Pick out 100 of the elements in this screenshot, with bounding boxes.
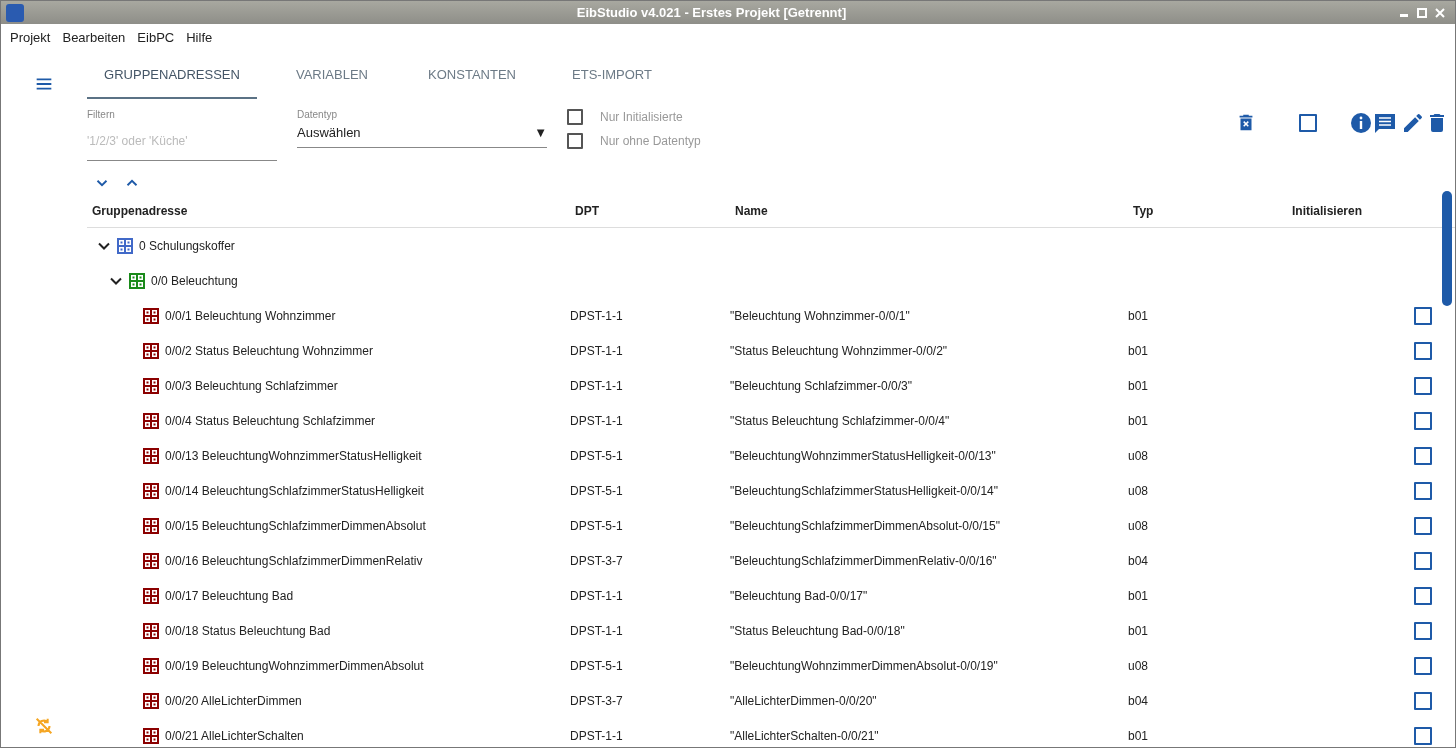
group-address-label[interactable]: 0/0/19 BeleuchtungWohnzimmerDimmenAbsolut [165, 658, 424, 673]
column-header: Typ [1132, 204, 1155, 218]
group-address-label[interactable]: 0/0/15 BeleuchtungSchlafzimmerDimmenAbsolut [165, 518, 426, 533]
group-address-label[interactable]: 0/0 Beleuchtung [151, 273, 238, 288]
tab[interactable]: GRUPPENADRESSEN [87, 51, 257, 99]
info-icon[interactable] [1349, 111, 1373, 135]
initialize-checkbox[interactable] [1414, 551, 1432, 570]
column-header: DPT [574, 204, 600, 218]
group-address-icon [143, 377, 159, 394]
group-address-label[interactable]: 0/0/3 Beleuchtung Schlafzimmer [165, 378, 338, 393]
group-address-icon [143, 727, 159, 744]
menu-item[interactable]: Bearbeiten [62, 30, 126, 45]
group-address-label[interactable]: 0 Schulungskoffer [139, 238, 235, 253]
initialize-checkbox[interactable] [1414, 691, 1432, 710]
datatype-dropdown[interactable]: Datentyp Auswählen ▼ [297, 109, 547, 148]
group-address-icon [129, 272, 145, 289]
initialize-checkbox[interactable] [1414, 516, 1432, 535]
name-cell-text: "Beleuchtung Bad-0/0/17" [730, 588, 869, 603]
group-address-label[interactable]: 0/0/16 BeleuchtungSchlafzimmerDimmenRelativ [165, 553, 423, 568]
dpt-cell-text: DPST-3-7 [570, 693, 624, 708]
checkbox-label: Nur ohne Datentyp [600, 134, 701, 148]
select-all-checkbox[interactable] [1299, 114, 1317, 132]
group-address-label[interactable]: 0/0/1 Beleuchtung Wohnzimmer [165, 308, 336, 323]
name-cell-text: "BeleuchtungSchlafzimmerDimmenAbsolut-0/0/15" [730, 518, 1001, 533]
dpt-cell-text: DPST-1-1 [570, 588, 624, 603]
type-cell-text: b01 [1128, 343, 1150, 358]
initialize-checkbox[interactable] [1414, 446, 1432, 465]
type-cell-text: b01 [1128, 308, 1150, 323]
group-address-label[interactable]: 0/0/4 Status Beleuchtung Schlafzimmer [165, 413, 376, 428]
initialize-checkbox[interactable] [1414, 306, 1432, 325]
name-cell-text: "AlleLichterDimmen-0/0/20" [730, 693, 878, 708]
group-address-label[interactable]: 0/0/2 Status Beleuchtung Wohnzimmer [165, 343, 373, 358]
group-address-label[interactable]: 0/0/18 Status Beleuchtung Bad [165, 623, 331, 638]
type-cell-text: b01 [1128, 588, 1150, 603]
name-cell-text: "BeleuchtungSchlafzimmerDimmenRelativ-0/0/16" [730, 553, 998, 568]
group-address-icon [143, 587, 159, 604]
group-address-icon [143, 622, 159, 639]
type-cell-text: u08 [1128, 658, 1150, 673]
window-title: EibStudio v4.021 - Erstes Projekt [Getrennt] [575, 5, 848, 20]
checkbox-label: Nur Initialisierte [600, 110, 683, 124]
tab[interactable]: VARIABLEN [267, 51, 397, 99]
group-address-icon [117, 237, 133, 254]
group-address-icon [143, 657, 159, 674]
group-address-label[interactable]: 0/0/17 Beleuchtung Bad [165, 588, 294, 603]
close-icon[interactable] [1435, 7, 1445, 18]
group-address-label[interactable]: 0/0/21 AlleLichterSchalten [165, 728, 304, 743]
name-cell-text: "Status Beleuchtung Schlafzimmer-0/0/4" [730, 413, 951, 428]
name-cell-text: "BeleuchtungWohnzimmerStatusHelligkeit-0/0/13" [730, 448, 997, 463]
group-address-icon [143, 447, 159, 464]
filter-label: Filtern [87, 109, 116, 120]
filter-checkbox[interactable] [567, 133, 583, 149]
type-cell-text: b01 [1128, 413, 1150, 428]
pencil-icon[interactable] [1401, 111, 1425, 135]
dpt-cell-text: DPST-1-1 [570, 378, 624, 393]
group-address-label[interactable]: 0/0/14 BeleuchtungSchlafzimmerStatusHelligkeit [165, 483, 424, 498]
dpt-cell-text: DPST-1-1 [570, 308, 624, 323]
name-cell-text: "Beleuchtung Schlafzimmer-0/0/3" [730, 378, 913, 393]
type-cell-text: b01 [1128, 623, 1150, 638]
app-logo-icon [6, 3, 24, 22]
initialize-checkbox[interactable] [1414, 411, 1432, 430]
group-address-icon [143, 482, 159, 499]
group-address-icon [143, 342, 159, 359]
name-cell-text: "Status Beleuchtung Wohnzimmer-0/0/2" [730, 343, 949, 358]
menu-item[interactable]: Projekt [10, 30, 51, 45]
name-cell-text: "BeleuchtungSchlafzimmerStatusHelligkeit-0/0/14" [730, 483, 999, 498]
menu-item[interactable]: EibPC [137, 30, 175, 45]
initialize-checkbox[interactable] [1414, 586, 1432, 605]
group-address-label[interactable]: 0/0/13 BeleuchtungWohnzimmerStatusHelligkeit [165, 448, 422, 463]
group-address-icon [143, 412, 159, 429]
name-cell-text: "BeleuchtungWohnzimmerDimmenAbsolut-0/0/19" [730, 658, 999, 673]
column-header: Name [734, 204, 769, 218]
group-address-icon [143, 517, 159, 534]
filter-checkbox[interactable] [567, 109, 583, 125]
initialize-checkbox[interactable] [1414, 341, 1432, 360]
type-cell-text: b04 [1128, 553, 1150, 568]
name-cell-text: "Beleuchtung Wohnzimmer-0/0/1" [730, 308, 911, 323]
initialize-checkbox[interactable] [1414, 726, 1432, 745]
type-cell-text: b04 [1128, 693, 1150, 708]
sync-disabled-icon [33, 715, 55, 737]
dpt-cell-text: DPST-5-1 [570, 483, 624, 498]
initialize-checkbox[interactable] [1414, 621, 1432, 640]
initialize-checkbox[interactable] [1414, 376, 1432, 395]
scrollbar-thumb[interactable] [1442, 191, 1452, 306]
initialize-checkbox[interactable] [1414, 481, 1432, 500]
tab[interactable]: KONSTANTEN [407, 51, 537, 99]
dpt-cell-text: DPST-3-7 [570, 553, 624, 568]
tab[interactable]: ETS-IMPORT [547, 51, 677, 99]
group-address-label[interactable]: 0/0/20 AlleLichterDimmen [165, 693, 302, 708]
type-cell-text: u08 [1128, 483, 1150, 498]
dpt-cell-text: DPST-1-1 [570, 623, 624, 638]
group-address-icon [143, 307, 159, 324]
comment-icon[interactable] [1373, 111, 1397, 135]
type-cell-text: b01 [1128, 378, 1150, 393]
type-cell-text: b01 [1128, 728, 1150, 743]
name-cell-text: "AlleLichterSchalten-0/0/21" [730, 728, 880, 743]
menu-item[interactable]: Hilfe [186, 30, 213, 45]
group-address-icon [143, 692, 159, 709]
type-cell-text: u08 [1128, 518, 1150, 533]
maximize-icon[interactable] [1417, 7, 1427, 18]
initialize-checkbox[interactable] [1414, 656, 1432, 675]
